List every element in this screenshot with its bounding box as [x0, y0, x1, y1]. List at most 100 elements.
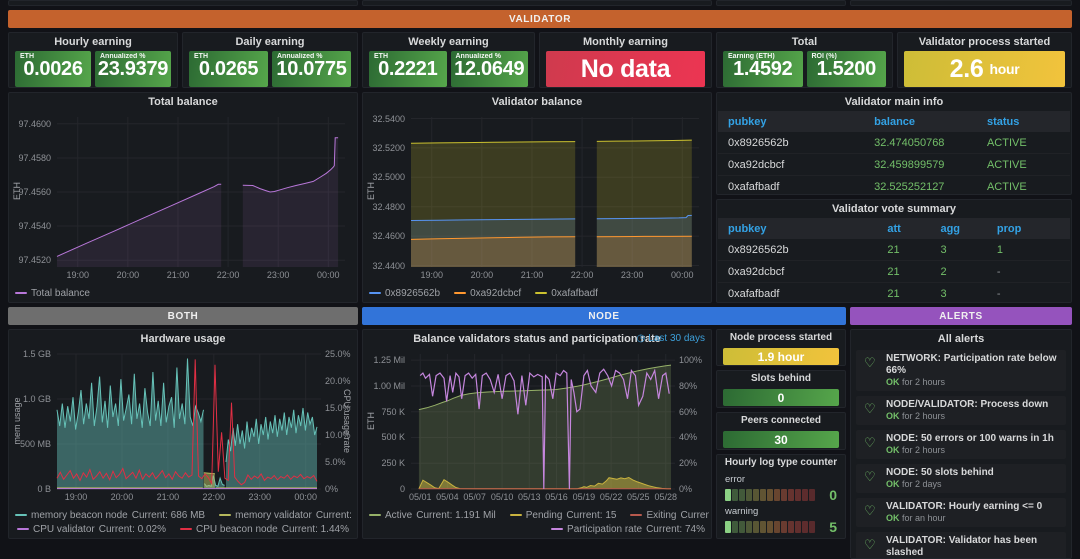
- stat-label: ETH: [194, 53, 208, 60]
- column-header[interactable]: agg: [940, 223, 996, 235]
- alert-item[interactable]: ♡ VALIDATOR: Hourly earning <= 0OK for an…: [856, 498, 1066, 527]
- alert-name: VALIDATOR: Validator has been slashed: [886, 535, 1060, 559]
- column-header[interactable]: pubkey: [728, 223, 887, 235]
- validator-balance-chart[interactable]: 32.440032.460032.480032.500032.520032.54…: [365, 111, 709, 300]
- stat-weekly-eth: ETH 0.2221: [369, 51, 447, 87]
- alert-item[interactable]: ♡NETWORK: Participation rate below 66%OK…: [856, 350, 1066, 391]
- y-axis-tick: 97.4600: [11, 119, 51, 129]
- chart-legend: 0x8926562b 0xa92dcbcf 0xafafbadf: [369, 282, 705, 300]
- panel-title: Total: [717, 33, 892, 51]
- panel-title: All alerts: [851, 330, 1071, 348]
- gauge-cell: [753, 489, 759, 501]
- legend-item[interactable]: CPU beacon nodeCurrent: 1.44%: [180, 524, 349, 535]
- alert-name: VALIDATOR: Hourly earning <= 0: [886, 501, 1060, 513]
- pubkey-cell: 0x8926562b: [728, 137, 874, 149]
- panel-balance-validators-status: Balance validators status and participat…: [362, 329, 712, 539]
- row-header-node[interactable]: NODE: [362, 307, 846, 325]
- row-header-both[interactable]: BOTH: [8, 307, 358, 325]
- table-row: 0x8926562b32.474050768ACTIVE: [718, 132, 1070, 154]
- gauge-cell: [746, 489, 752, 501]
- chart-legend: ActiveCurrent: 1.191 Mil PendingCurrent: …: [369, 504, 705, 536]
- heart-icon: ♡: [864, 504, 876, 517]
- legend-item[interactable]: ActiveCurrent: 1.191 Mil: [369, 510, 496, 521]
- y-axis-tick: 1.25 Mil: [365, 355, 405, 365]
- log-counter-bar-gauge: 0: [725, 487, 837, 503]
- x-axis-tick: 20:00: [106, 270, 150, 280]
- legend-item[interactable]: Total balance: [15, 288, 90, 299]
- x-axis-tick: 22:00: [206, 270, 250, 280]
- y-axis-tick: 32.4400: [365, 261, 405, 271]
- legend-item[interactable]: Participation rateCurrent: 74%: [551, 524, 705, 535]
- stat-label: Annualized %: [277, 53, 323, 60]
- panel-title: Hourly log type counter: [717, 455, 845, 471]
- alert-name: NETWORK: Participation rate below 66%: [886, 353, 1060, 377]
- alert-item[interactable]: ♡VALIDATOR: Validator has been slashedOK…: [856, 532, 1066, 559]
- heart-icon: ♡: [864, 436, 876, 449]
- stat-slots-behind: 0: [723, 389, 839, 406]
- hardware-usage-chart[interactable]: 0 B500 MB1.0 GB1.5 GB0%5.0%10.0%15.0%20.…: [11, 348, 355, 536]
- gauge-cell: [732, 521, 738, 533]
- gauge-cell: [753, 521, 759, 533]
- legend-item[interactable]: 0x8926562b: [369, 288, 440, 299]
- value-cell: 32.525252127: [874, 181, 987, 193]
- legend-color-dash: [551, 528, 563, 530]
- legend-item[interactable]: memory beacon nodeCurrent: 686 MB: [15, 510, 205, 521]
- x-axis-tick: 00:00: [306, 270, 350, 280]
- legend-item[interactable]: PendingCurrent: 15: [510, 510, 617, 521]
- value-cell: ACTIVE: [987, 181, 1060, 193]
- legend-color-dash: [369, 292, 381, 294]
- value-cell: 21: [887, 288, 940, 300]
- alert-status: OK for an hour: [886, 513, 1060, 524]
- y2-axis-tick: 100%: [679, 355, 702, 365]
- value-cell: 3: [940, 244, 996, 256]
- gauge-cell: [795, 489, 801, 501]
- heart-icon: ♡: [864, 402, 876, 415]
- gauge-cell: [732, 489, 738, 501]
- log-counter-label: warning: [725, 506, 837, 517]
- gauge-cell: [774, 489, 780, 501]
- stat-total-earning: Earning (ETH) 1.4592: [723, 51, 803, 87]
- panel-node-process-started: Node process started 1.9 hour: [716, 329, 846, 366]
- x-axis-tick: 00:00: [284, 492, 328, 502]
- row-header-alerts[interactable]: ALERTS: [850, 307, 1072, 325]
- panel-total-balance: Total balance 97.452097.454097.456097.45…: [8, 92, 358, 303]
- y-axis-tick: 97.4520: [11, 255, 51, 265]
- y-axis-label: ETH: [12, 151, 22, 231]
- alert-name: NODE: 50 slots behind: [886, 467, 1060, 479]
- legend-item[interactable]: 0xafafbadf: [535, 288, 598, 299]
- y-axis-tick: 32.5400: [365, 114, 405, 124]
- total-balance-chart[interactable]: 97.452097.454097.456097.458097.460019:00…: [11, 111, 355, 300]
- column-header[interactable]: att: [887, 223, 940, 235]
- time-range-link[interactable]: ◷ Last 30 days: [637, 333, 705, 344]
- panel-title: Daily earning: [183, 33, 357, 51]
- time-range-label: Last 30 days: [648, 333, 705, 344]
- gauge-cell: [788, 489, 794, 501]
- legend-item[interactable]: memory validatorCurrent: 10 MB: [219, 510, 355, 521]
- table-row: 0x8926562b2131: [718, 239, 1070, 261]
- panel-title: Weekly earning: [363, 33, 534, 51]
- panel-weekly-earning: Weekly earning ETH 0.2221 Annualized % 1…: [362, 32, 535, 88]
- gauge-cell: [767, 521, 773, 533]
- column-header[interactable]: status: [987, 116, 1060, 128]
- alert-item[interactable]: ♡NODE/VALIDATOR: Process downOK for 2 ho…: [856, 396, 1066, 425]
- panel-title: Validator vote summary: [717, 200, 1071, 218]
- stat-node-process: 1.9 hour: [723, 348, 839, 365]
- gauge-cell: [760, 521, 766, 533]
- legend-item[interactable]: CPU validatorCurrent: 0.02%: [17, 524, 166, 535]
- alert-status: OK for 2 hours: [886, 377, 1060, 388]
- stat-weekly-annualized: Annualized % 12.0649: [451, 51, 529, 87]
- stat-label: ETH: [20, 53, 34, 60]
- row-header-validator[interactable]: VALIDATOR: [8, 10, 1072, 28]
- legend-item[interactable]: 0xa92dcbcf: [454, 288, 521, 299]
- column-header[interactable]: balance: [874, 116, 987, 128]
- stat-validator-process: 2.6hour: [904, 51, 1065, 87]
- alert-item[interactable]: ♡NODE: 50 slots behindOK for 2 days: [856, 464, 1066, 493]
- balance-validators-chart[interactable]: 0250 K500 K750 K1.00 Mil1.25 Mil0%20%40%…: [365, 348, 709, 536]
- column-header[interactable]: prop: [997, 223, 1060, 235]
- alert-status: OK for 2 hours: [886, 411, 1060, 422]
- column-header[interactable]: pubkey: [728, 116, 874, 128]
- legend-item[interactable]: ExitingCurrent: 0: [630, 510, 709, 521]
- x-axis-tick: 20:00: [100, 492, 144, 502]
- log-counter-rows: error0warning5: [717, 474, 845, 535]
- alert-item[interactable]: ♡NODE: 50 errors or 100 warns in 1hOK fo…: [856, 430, 1066, 459]
